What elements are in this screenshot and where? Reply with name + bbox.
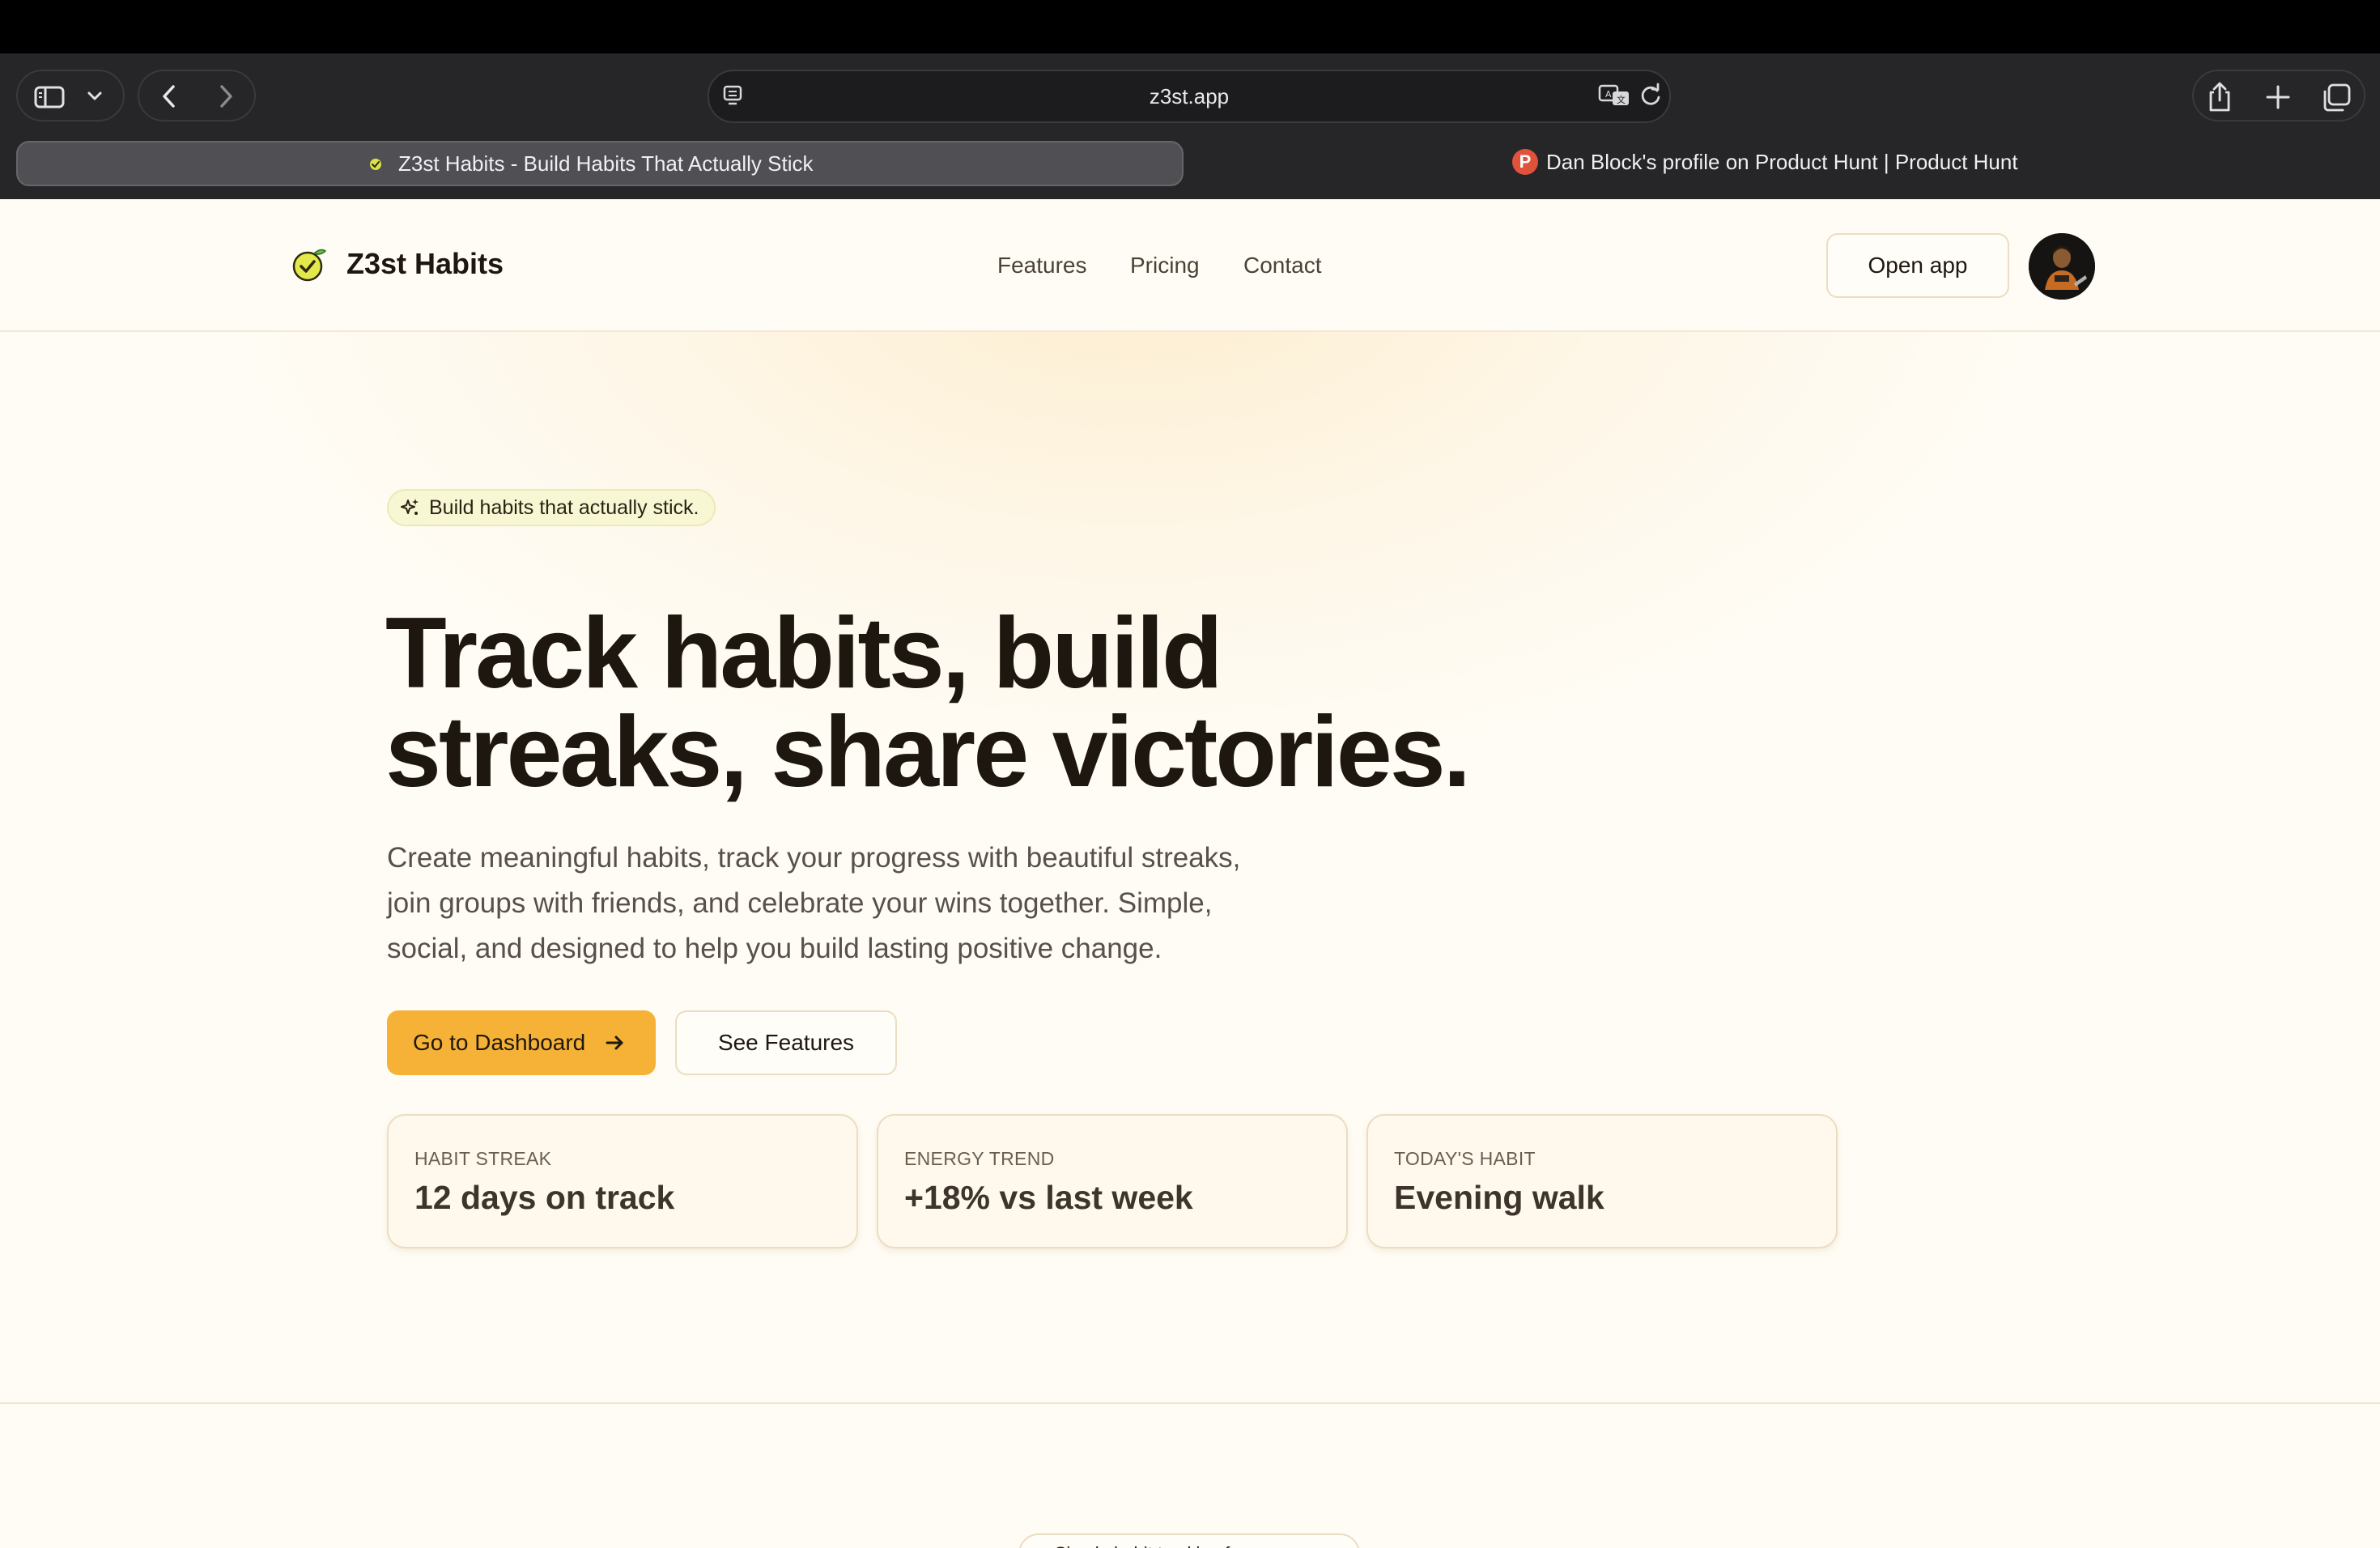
stat-card-energy-trend: ENERGY TREND +18% vs last week [877, 1114, 1348, 1248]
sidebar-toggle-group[interactable] [16, 70, 125, 121]
product-hunt-favicon-icon: P [1512, 149, 1538, 175]
sidebar-icon[interactable] [34, 86, 65, 108]
nav-features[interactable]: Features [997, 253, 1087, 279]
avatar-image [2029, 233, 2095, 300]
hero-subcopy-line1: Create meaningful habits, track your pro… [387, 842, 1241, 874]
hero-headline: Track habits, build streaks, share victo… [385, 598, 1600, 808]
stat-card-habit-streak: HABIT STREAK 12 days on track [387, 1114, 858, 1248]
share-icon[interactable] [2205, 81, 2234, 113]
stat-value: +18% vs last week [904, 1179, 1193, 1216]
hero-headline-line2: streaks, share victories. [385, 696, 1471, 808]
reload-icon[interactable] [1638, 83, 1663, 108]
sparkle-icon [401, 499, 419, 515]
stat-label: TODAY'S HABIT [1394, 1148, 1536, 1169]
new-tab-icon[interactable] [2263, 83, 2293, 112]
stat-value: Evening walk [1394, 1179, 1604, 1216]
stat-label: ENERGY TREND [904, 1148, 1055, 1169]
page: Z3st Habits Features Pricing Contact Ope… [0, 199, 2380, 1548]
tab-title: Z3st Habits - Build Habits That Actually… [398, 151, 814, 176]
go-to-dashboard-button[interactable]: Go to Dashboard [387, 1010, 656, 1075]
section-divider [0, 1402, 2380, 1404]
nav-contact[interactable]: Contact [1243, 253, 1322, 279]
tab-favicon-icon [370, 159, 381, 170]
tab-title: Dan Block's profile on Product Hunt | Pr… [1546, 150, 2018, 174]
nav-pricing[interactable]: Pricing [1130, 253, 1200, 279]
tab-product-hunt[interactable]: P Dan Block's profile on Product Hunt | … [1185, 141, 2365, 186]
logo-text[interactable]: Z3st Habits [346, 245, 504, 283]
hero-subcopy: Create meaningful habits, track your pro… [387, 836, 1342, 972]
svg-text:文: 文 [1617, 94, 1626, 105]
menu-bar [0, 0, 2380, 53]
arrow-right-icon [606, 1036, 623, 1050]
tab-z3st-habits[interactable]: Z3st Habits - Build Habits That Actually… [16, 141, 1184, 186]
logo-check-icon[interactable] [290, 245, 329, 283]
stat-label: HABIT STREAK [414, 1148, 552, 1169]
stat-card-todays-habit: TODAY'S HABIT Evening walk [1366, 1114, 1838, 1248]
history-nav-group [138, 70, 256, 121]
hero-subcopy-line2: join groups with friends, and celebrate … [387, 887, 1213, 919]
forward-icon[interactable] [214, 83, 238, 110]
svg-text:A: A [1605, 89, 1612, 100]
page-actions-group [2192, 70, 2365, 121]
hero-badge: Build habits that actually stick. [387, 489, 716, 526]
back-icon[interactable] [157, 83, 181, 110]
hero-headline-line1: Track habits, build [385, 598, 1223, 709]
hero-subcopy-line3: social, and designed to help you build l… [387, 933, 1162, 964]
site-header: Z3st Habits Features Pricing Contact Ope… [0, 199, 2380, 332]
translate-icon[interactable]: A 文 [1598, 83, 1632, 108]
stat-value: 12 days on track [414, 1179, 675, 1216]
tab-overview-icon[interactable] [2320, 83, 2352, 113]
avatar[interactable] [2029, 233, 2095, 300]
section-badge: Simple habit tracking for everyone [1018, 1533, 1360, 1548]
address-text[interactable]: z3st.app [708, 70, 1671, 123]
hero-badge-text: Build habits that actually stick. [429, 496, 699, 519]
see-features-button[interactable]: See Features [675, 1010, 897, 1075]
go-to-dashboard-label: Go to Dashboard [413, 1030, 586, 1055]
chevron-down-icon[interactable] [86, 89, 104, 104]
open-app-button[interactable]: Open app [1826, 233, 2009, 298]
